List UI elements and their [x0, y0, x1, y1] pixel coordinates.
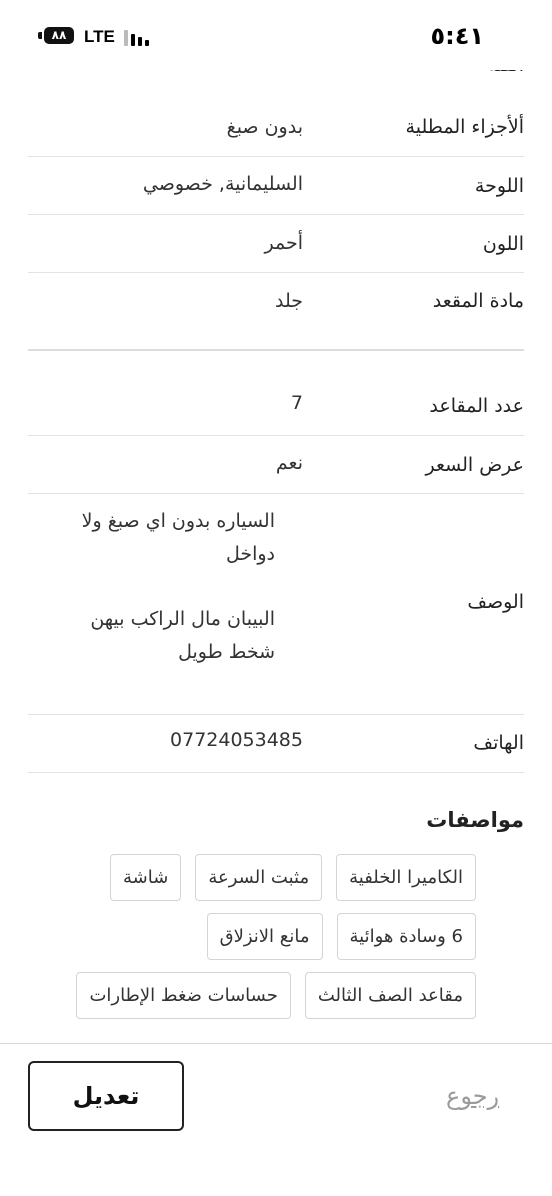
detail-label: عرض السعر	[425, 454, 525, 476]
feature-chip: 6 وسادة هوائية	[336, 913, 476, 960]
battery-icon: ٨٨	[44, 27, 74, 44]
description-paragraph: البيبان مال الراكب بيهن شخط طويل	[90, 608, 275, 663]
detail-value: السليمانية, خصوصي	[142, 173, 303, 195]
detail-value: جلد	[274, 290, 303, 312]
feature-chip: مقاعد الصف الثالث	[304, 972, 476, 1019]
detail-value: أحمر	[264, 232, 304, 254]
clock: ٥:٤١	[430, 22, 484, 50]
detail-row-painted-parts: ألأجزاء المطلية بدون صبغ	[28, 98, 524, 157]
features-row: الكاميرا الخلفية مثبت السرعة شاشة	[110, 854, 476, 901]
detail-row-seat-material: مادة المقعد جلد	[28, 273, 524, 333]
feature-chip: مانع الانزلاق	[206, 913, 323, 960]
detail-row-seat-count: عدد المقاعد 7	[28, 378, 524, 436]
detail-row-description: الوصف السياره بدون اي صبغ ولا دواخل البي…	[28, 494, 524, 715]
battery-cap	[38, 32, 42, 39]
features-row: 6 وسادة هوائية مانع الانزلاق	[206, 913, 476, 960]
features-row: مقاعد الصف الثالث حساسات ضغط الإطارات	[76, 972, 476, 1019]
detail-label: اللون	[482, 233, 524, 255]
detail-value: بدون صبغ	[226, 116, 303, 138]
detail-label: ألأجزاء المطلية	[405, 116, 524, 138]
description-paragraph: السياره بدون اي صبغ ولا دواخل	[81, 510, 275, 565]
detail-label: مادة المقعد	[432, 290, 524, 312]
detail-row-plate: اللوحة السليمانية, خصوصي	[28, 157, 524, 215]
edit-button[interactable]: تعديل	[28, 1061, 184, 1131]
description-label: الوصف	[467, 591, 524, 613]
network-type: LTE	[84, 27, 115, 46]
detail-label: عدد المقاعد	[429, 395, 524, 417]
phone-value[interactable]: 07724053485	[170, 729, 303, 751]
feature-chip: الكاميرا الخلفية	[336, 854, 476, 901]
detail-label: اللوحة	[474, 175, 524, 197]
back-button[interactable]: رجوع	[446, 1082, 499, 1110]
feature-chip: مثبت السرعة	[195, 854, 323, 901]
signal-icon	[124, 28, 152, 46]
description-value: السياره بدون اي صبغ ولا دواخل البيبان ما…	[55, 505, 275, 669]
feature-chip: شاشة	[110, 854, 182, 901]
phone-label: الهاتف	[473, 732, 524, 754]
features-title: مواصفات	[426, 808, 524, 832]
section-divider	[28, 349, 524, 351]
detail-row-phone: الهاتف 07724053485	[28, 715, 524, 773]
detail-row-color: اللون أحمر	[28, 215, 524, 273]
detail-value: 7	[290, 392, 303, 414]
detail-value: نعم	[275, 452, 303, 474]
detail-row-show-price: عرض السعر نعم	[28, 436, 524, 494]
feature-chip: حساسات ضغط الإطارات	[76, 972, 291, 1019]
status-bar: ٨٨ LTE ٥:٤١	[0, 0, 552, 70]
